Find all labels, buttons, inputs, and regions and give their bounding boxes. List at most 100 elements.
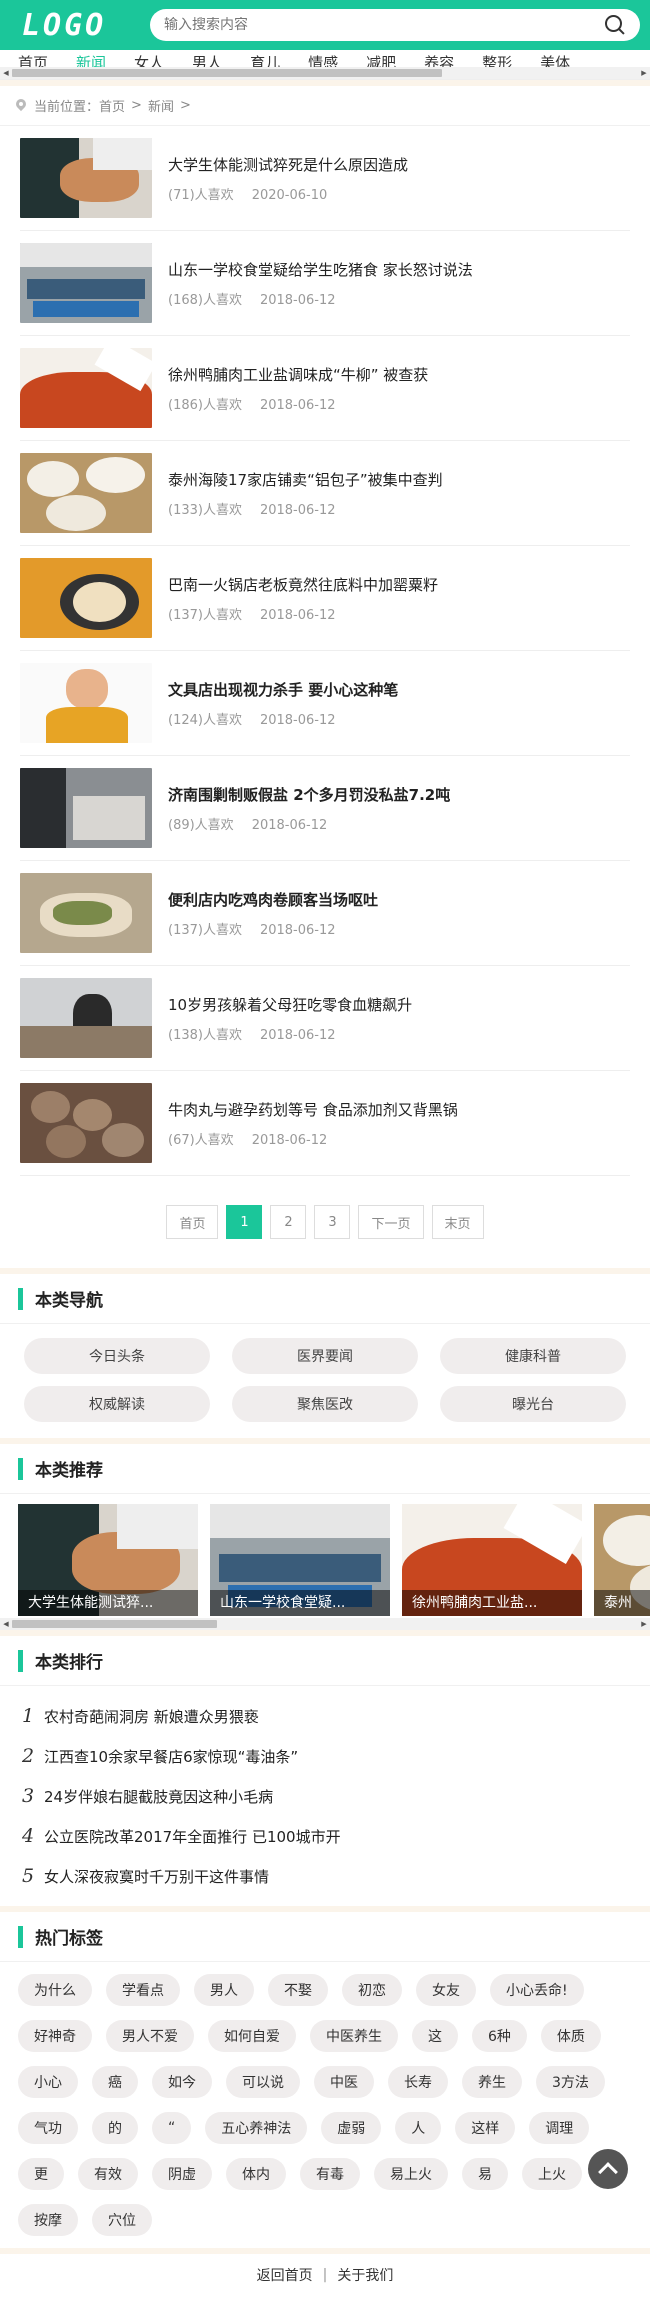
- tag-chip[interactable]: 人: [395, 2112, 442, 2144]
- rank-title[interactable]: 女人深夜寂寞时千万别干这件事情: [44, 1866, 269, 1887]
- news-item[interactable]: 徐州鸭脯肉工业盐调味成“牛柳” 被查获 (186)人喜欢 2018-06-12: [20, 336, 630, 441]
- page-last-button[interactable]: 末页: [431, 1205, 484, 1239]
- tag-chip[interactable]: 虚弱: [321, 2112, 382, 2144]
- news-item[interactable]: 文具店出现视力杀手 要小心这种笔 (124)人喜欢 2018-06-12: [20, 651, 630, 756]
- scroll-thumb[interactable]: [12, 69, 442, 77]
- tag-chip[interactable]: 有毒: [300, 2158, 360, 2190]
- tag-chip[interactable]: 中医: [314, 2066, 374, 2098]
- breadcrumb-home[interactable]: 首页: [99, 96, 125, 115]
- news-item[interactable]: 牛肉丸与避孕药划等号 食品添加剂又背黑锅 (67)人喜欢 2018-06-12: [20, 1071, 630, 1176]
- tag-chip[interactable]: 体质: [540, 2020, 601, 2052]
- category-button[interactable]: 权威解读: [24, 1386, 210, 1422]
- news-title[interactable]: 牛肉丸与避孕药划等号 食品添加剂又背黑锅: [168, 1099, 458, 1121]
- recommend-scrollbar[interactable]: ◀ ▶: [0, 1618, 650, 1630]
- category-button[interactable]: 健康科普: [440, 1338, 626, 1374]
- tag-chip[interactable]: 男人不爱: [106, 2020, 194, 2052]
- search-icon[interactable]: [604, 14, 626, 36]
- category-button[interactable]: 今日头条: [24, 1338, 210, 1374]
- footer-home-link[interactable]: 返回首页: [257, 2265, 313, 2285]
- ranking-item[interactable]: 3 24岁伴娘右腿截肢竟因这种小毛病: [22, 1776, 650, 1816]
- tag-chip[interactable]: 易上火: [374, 2158, 448, 2190]
- scroll-left-icon[interactable]: ◀: [0, 1618, 12, 1630]
- news-title[interactable]: 便利店内吃鸡肉卷顾客当场呕吐: [168, 889, 378, 911]
- scroll-thumb[interactable]: [12, 1620, 217, 1628]
- tag-chip[interactable]: 中医养生: [310, 2020, 398, 2052]
- tag-chip[interactable]: 五心养神法: [205, 2112, 308, 2144]
- page-next-button[interactable]: 下一页: [358, 1205, 424, 1239]
- news-item[interactable]: 便利店内吃鸡肉卷顾客当场呕吐 (137)人喜欢 2018-06-12: [20, 861, 630, 966]
- tag-chip[interactable]: “: [152, 2112, 192, 2144]
- tag-chip[interactable]: 阴虚: [152, 2158, 212, 2190]
- news-title[interactable]: 10岁男孩躲着父母狂吃零食血糖飙升: [168, 994, 412, 1016]
- tag-chip[interactable]: 学看点: [106, 1974, 180, 2006]
- news-thumbnail[interactable]: [20, 978, 152, 1058]
- tag-chip[interactable]: 可以说: [226, 2066, 300, 2098]
- footer-about-link[interactable]: 关于我们: [337, 2265, 393, 2285]
- news-title[interactable]: 山东一学校食堂疑给学生吃猪食 家长怒讨说法: [168, 259, 473, 281]
- news-thumbnail[interactable]: [20, 663, 152, 743]
- news-thumbnail[interactable]: [20, 348, 152, 428]
- tag-chip[interactable]: 小心: [18, 2066, 78, 2098]
- news-title[interactable]: 济南围剿制贩假盐 2个多月罚没私盐7.2吨: [168, 784, 450, 806]
- recommend-card[interactable]: 大学生体能测试猝...: [18, 1504, 198, 1616]
- tag-chip[interactable]: 好神奇: [18, 2020, 92, 2052]
- news-thumbnail[interactable]: [20, 138, 152, 218]
- news-thumbnail[interactable]: [20, 558, 152, 638]
- back-to-top-button[interactable]: [588, 2149, 628, 2189]
- rank-title[interactable]: 农村奇葩闹洞房 新娘遭众男猥亵: [44, 1706, 259, 1727]
- page-first-button[interactable]: 首页: [166, 1205, 219, 1239]
- news-item[interactable]: 泰州海陵17家店铺卖“铝包子”被集中查判 (133)人喜欢 2018-06-12: [20, 441, 630, 546]
- tag-chip[interactable]: 女友: [416, 1974, 476, 2006]
- page-number-button[interactable]: 1: [226, 1205, 263, 1239]
- ranking-item[interactable]: 5 女人深夜寂寞时千万别干这件事情: [22, 1856, 650, 1896]
- news-thumbnail[interactable]: [20, 873, 152, 953]
- category-button[interactable]: 曝光台: [440, 1386, 626, 1422]
- tag-chip[interactable]: 不娶: [268, 1974, 328, 2006]
- page-number-button[interactable]: 3: [314, 1205, 351, 1239]
- news-thumbnail[interactable]: [20, 453, 152, 533]
- recommend-card[interactable]: 山东一学校食堂疑...: [210, 1504, 390, 1616]
- tag-chip[interactable]: 如何自爱: [208, 2020, 296, 2052]
- news-title[interactable]: 巴南一火锅店老板竟然往底料中加罂粟籽: [168, 574, 438, 596]
- news-item[interactable]: 大学生体能测试猝死是什么原因造成 (71)人喜欢 2020-06-10: [20, 126, 630, 231]
- ranking-item[interactable]: 4 公立医院改革2017年全面推行 已100城市开: [22, 1816, 650, 1856]
- tag-chip[interactable]: 养生: [462, 2066, 522, 2098]
- recommend-card[interactable]: 徐州鸭脯肉工业盐...: [402, 1504, 582, 1616]
- tag-chip[interactable]: 有效: [78, 2158, 138, 2190]
- tag-chip[interactable]: 调理: [529, 2112, 590, 2144]
- ranking-item[interactable]: 1 农村奇葩闹洞房 新娘遭众男猥亵: [22, 1696, 650, 1736]
- tag-chip[interactable]: 上火: [522, 2158, 582, 2190]
- news-thumbnail[interactable]: [20, 243, 152, 323]
- scroll-right-icon[interactable]: ▶: [638, 67, 650, 79]
- logo[interactable]: LOGO: [22, 8, 122, 43]
- category-button[interactable]: 医界要闻: [232, 1338, 418, 1374]
- tag-chip[interactable]: 男人: [194, 1974, 254, 2006]
- tag-chip[interactable]: 如今: [152, 2066, 212, 2098]
- tag-chip[interactable]: 穴位: [92, 2204, 152, 2236]
- search-input[interactable]: [164, 17, 604, 33]
- tag-chip[interactable]: 初恋: [342, 1974, 402, 2006]
- ranking-item[interactable]: 2 江西查10余家早餐店6家惊现“毒油条”: [22, 1736, 650, 1776]
- tag-chip[interactable]: 长寿: [388, 2066, 448, 2098]
- tag-chip[interactable]: 按摩: [18, 2204, 78, 2236]
- scroll-left-icon[interactable]: ◀: [0, 67, 12, 79]
- nav-scrollbar[interactable]: ◀ ▶: [0, 67, 650, 79]
- tag-chip[interactable]: 更: [18, 2158, 64, 2190]
- page-number-button[interactable]: 2: [270, 1205, 307, 1239]
- news-title[interactable]: 大学生体能测试猝死是什么原因造成: [168, 154, 408, 176]
- tag-chip[interactable]: 为什么: [18, 1974, 92, 2006]
- tag-chip[interactable]: 癌: [92, 2066, 138, 2098]
- news-title[interactable]: 徐州鸭脯肉工业盐调味成“牛柳” 被查获: [168, 364, 428, 386]
- search-box[interactable]: [150, 9, 640, 41]
- tag-chip[interactable]: 易: [462, 2158, 508, 2190]
- tag-chip[interactable]: 这: [412, 2020, 458, 2052]
- tag-chip[interactable]: 3方法: [536, 2066, 605, 2098]
- breadcrumb-current[interactable]: 新闻: [148, 96, 174, 115]
- tag-chip[interactable]: 体内: [226, 2158, 286, 2190]
- tag-chip[interactable]: 6种: [472, 2020, 527, 2052]
- scroll-right-icon[interactable]: ▶: [638, 1618, 650, 1630]
- tag-chip[interactable]: 这样: [455, 2112, 516, 2144]
- rank-title[interactable]: 24岁伴娘右腿截肢竟因这种小毛病: [44, 1786, 273, 1807]
- recommend-card[interactable]: 泰州: [594, 1504, 650, 1616]
- tag-chip[interactable]: 的: [92, 2112, 138, 2144]
